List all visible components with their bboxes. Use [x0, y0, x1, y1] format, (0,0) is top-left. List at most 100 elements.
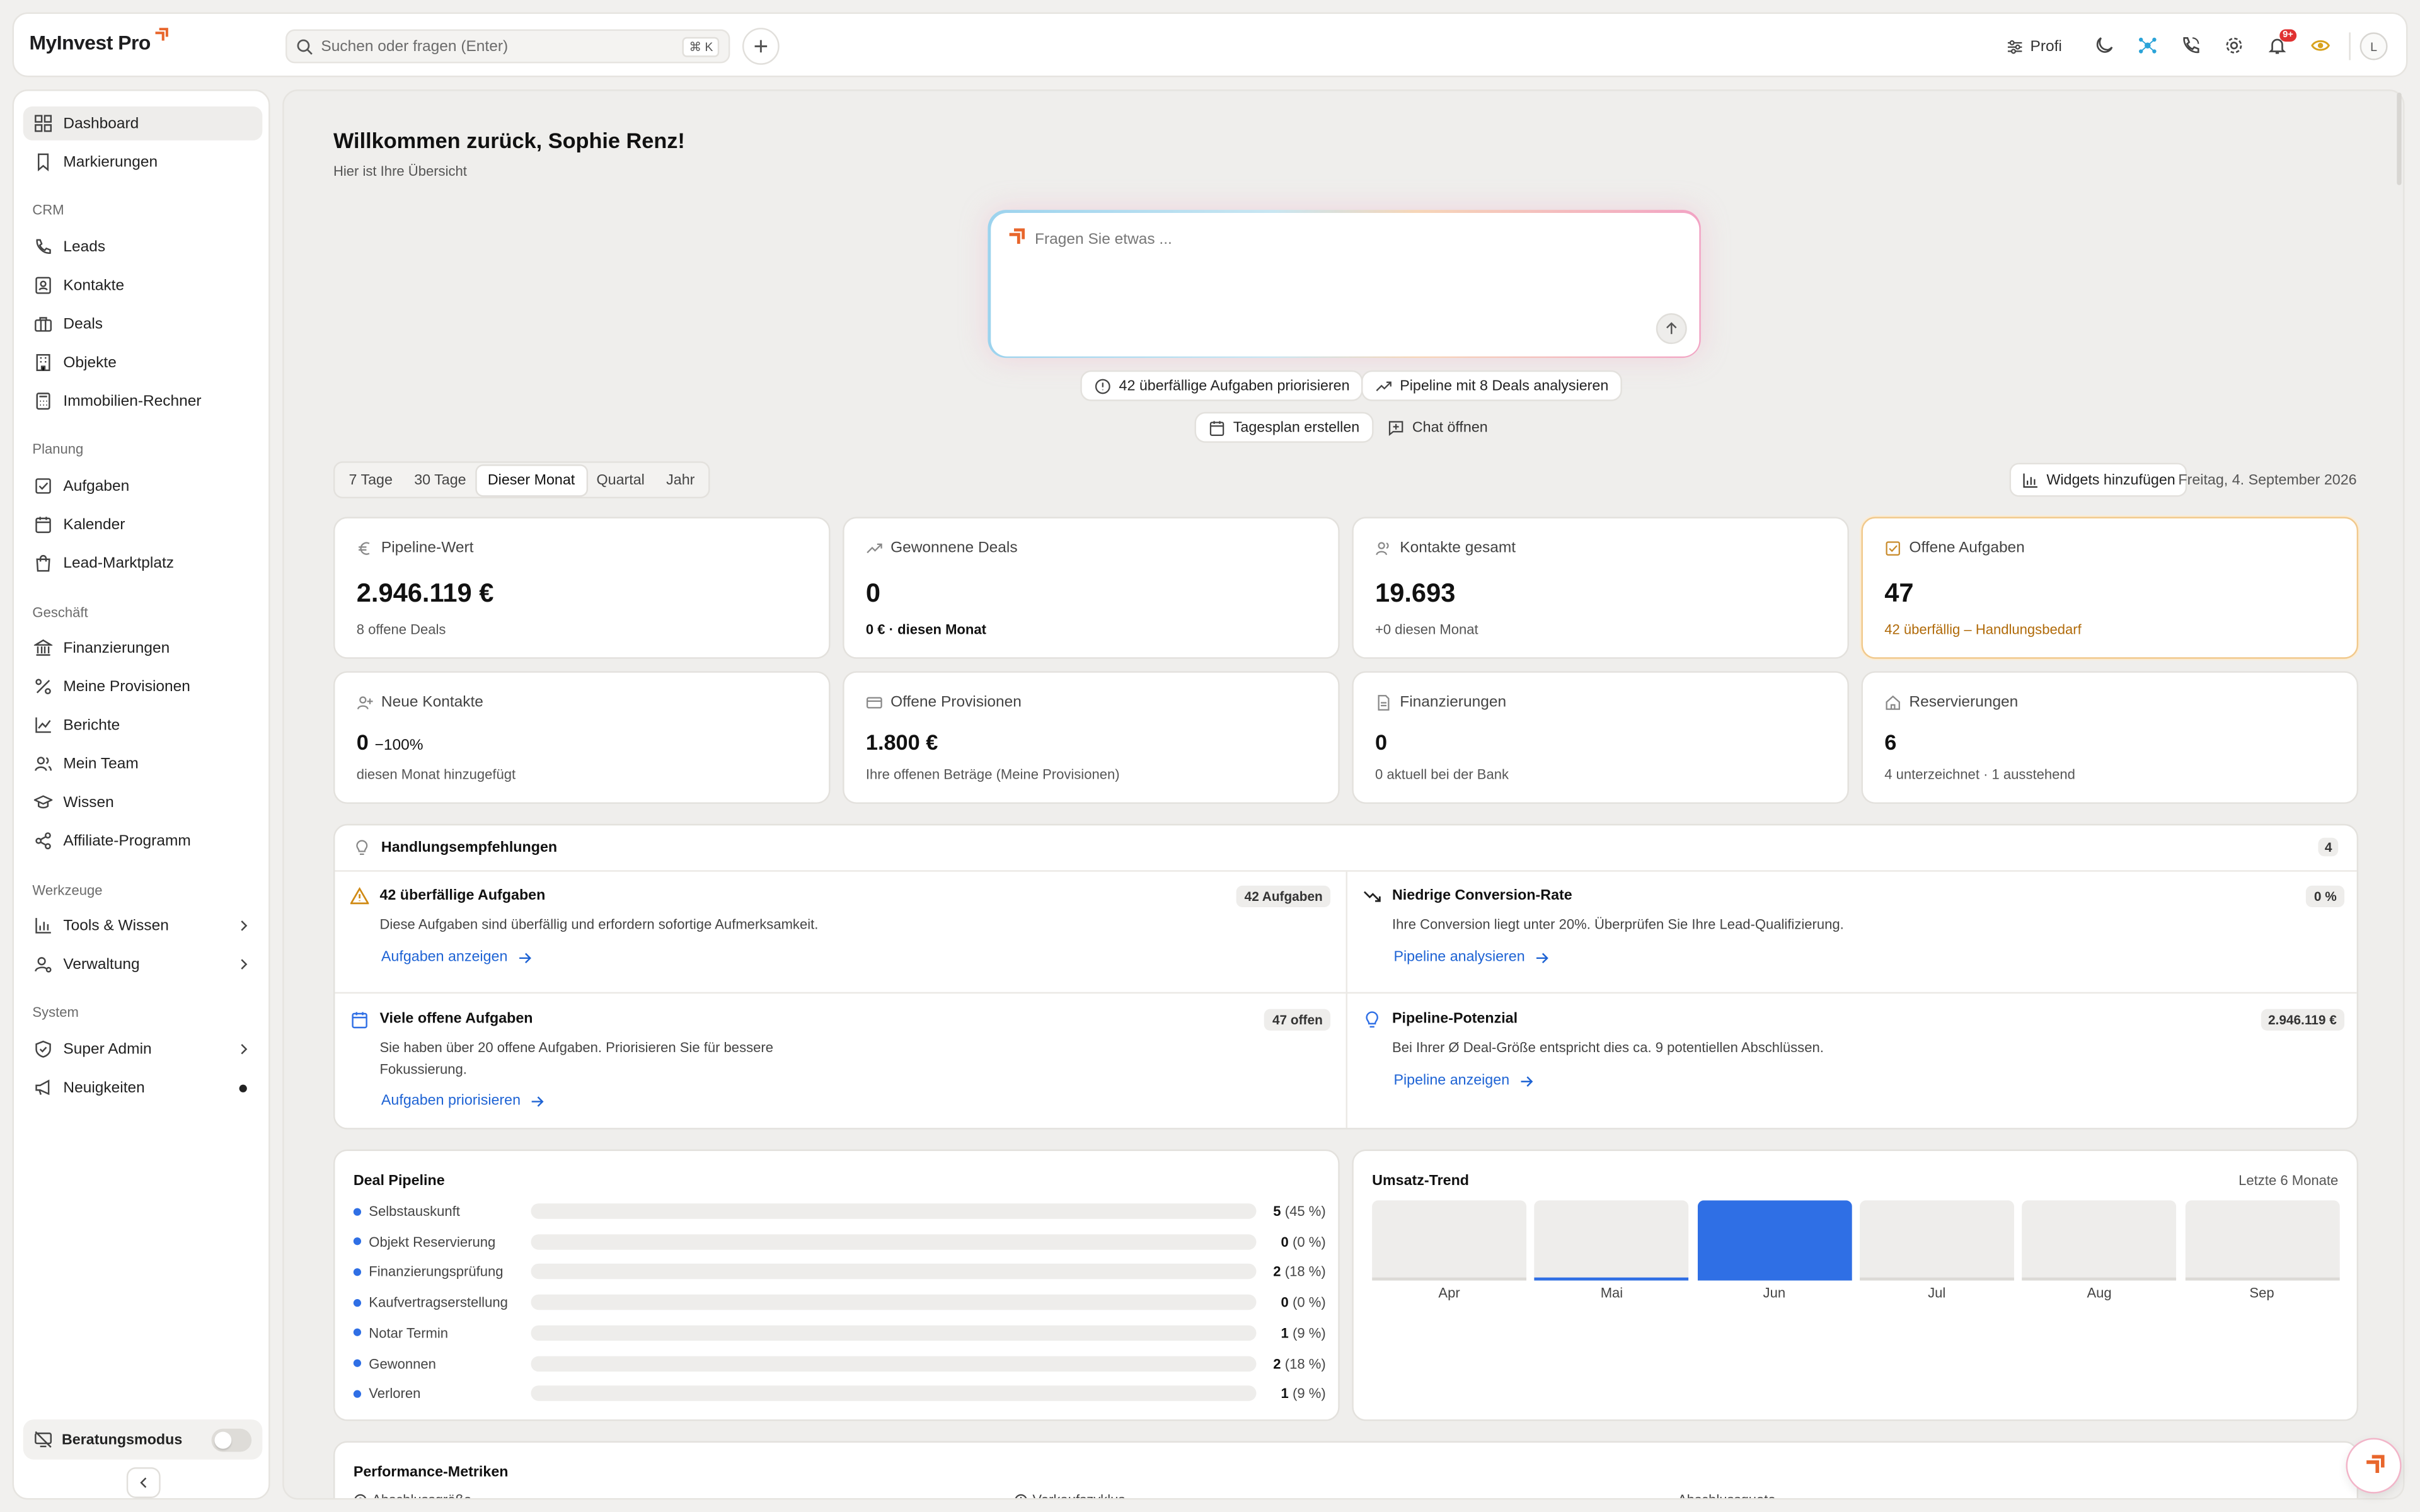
tab-quartal[interactable]: Quartal	[585, 465, 655, 495]
pipeline-stage-row[interactable]: Notar Termin 1 (9 %)	[353, 1322, 1326, 1343]
trend-bar[interactable]	[2022, 1200, 2177, 1281]
stage-bar-track	[531, 1203, 1257, 1219]
alert-circle-icon	[1094, 377, 1111, 394]
sidebar-item-wissen[interactable]: Wissen	[23, 786, 263, 820]
kpi-title: Kontakte gesamt	[1400, 540, 1516, 558]
logo-arrow-icon	[152, 28, 168, 43]
sidebar-item-super-admin[interactable]: Super Admin	[23, 1032, 263, 1066]
collapse-sidebar-button[interactable]	[126, 1467, 161, 1498]
contact-card-icon	[34, 276, 52, 294]
trend-bar[interactable]	[1859, 1200, 2014, 1281]
pipeline-stage-row[interactable]: Gewonnen 2 (18 %)	[353, 1353, 1326, 1374]
show-pipeline-link[interactable]: Pipeline anzeigen	[1393, 1072, 1534, 1089]
consulting-mode-toggle[interactable]	[211, 1428, 252, 1452]
chip-daily-plan[interactable]: Tagesplan erstellen	[1194, 411, 1374, 443]
sidebar-item-immobilien-rechner[interactable]: Immobilien-Rechner	[23, 384, 263, 418]
sidebar-item-kalender[interactable]: Kalender	[23, 508, 263, 542]
kpi-value: 0	[356, 730, 369, 755]
kpi-card-won-deals[interactable]: Gewonnene Deals 0 0 € · diesen Monat	[843, 517, 1340, 659]
dark-mode-button[interactable]	[2083, 28, 2127, 65]
visibility-button[interactable]	[2300, 28, 2343, 65]
trend-bar[interactable]	[1697, 1200, 1852, 1281]
link-label: Pipeline anzeigen	[1393, 1072, 1510, 1089]
sidebar-item-aufgaben[interactable]: Aufgaben	[23, 469, 263, 503]
settings-button[interactable]	[2213, 28, 2257, 65]
kpi-card-pipeline-value[interactable]: Pipeline-Wert 2.946.119 € 8 offene Deals	[333, 517, 831, 659]
chip-label: Chat öffnen	[1412, 418, 1488, 436]
sidebar-item-markierungen[interactable]: Markierungen	[23, 145, 263, 179]
sidebar-item-verwaltung[interactable]: Verwaltung	[23, 948, 263, 982]
sidebar-item-label: Berichte	[63, 716, 120, 734]
pipeline-stage-row[interactable]: Objekt Reservierung 0 (0 %)	[353, 1231, 1326, 1252]
recommendation-description: Sie haben über 20 offene Aufgaben. Prior…	[379, 1040, 773, 1077]
tab-7-tage[interactable]: 7 Tage	[338, 465, 403, 495]
search-input[interactable]: Suchen oder fragen (Enter) ⌘ K	[285, 29, 730, 64]
trend-month-label: Jul	[1928, 1285, 1946, 1301]
kpi-card-open-commissions[interactable]: Offene Provisionen 1.800 € Ihre offenen …	[843, 671, 1340, 804]
warning-triangle-icon	[350, 887, 369, 905]
sidebar-item-affiliate-programm[interactable]: Affiliate-Programm	[23, 824, 263, 858]
add-widgets-button[interactable]: Widgets hinzufügen	[2009, 462, 2188, 497]
kpi-card-open-tasks[interactable]: Offene Aufgaben 47 42 überfällig – Handl…	[1861, 517, 2359, 659]
kpi-card-contacts-total[interactable]: Kontakte gesamt 19.693 +0 diesen Monat	[1352, 517, 1849, 659]
pipeline-stage-row[interactable]: Kaufvertragserstellung 0 (0 %)	[353, 1292, 1326, 1313]
section-heading-planung: Planung	[32, 441, 84, 457]
trend-bar[interactable]	[1372, 1200, 1527, 1281]
recommendation-title: Pipeline-Potenzial	[1392, 1011, 1518, 1028]
chip-open-chat[interactable]: Chat öffnen	[1374, 412, 1502, 443]
sidebar-item-lead-marktplatz[interactable]: Lead-Marktplatz	[23, 546, 263, 580]
send-button[interactable]	[1655, 312, 1686, 343]
sidebar-item-label: Super Admin	[63, 1040, 152, 1058]
trend-bar[interactable]	[2184, 1200, 2339, 1281]
show-tasks-link[interactable]: Aufgaben anzeigen	[381, 949, 533, 966]
assistant-fab-button[interactable]	[2346, 1438, 2402, 1494]
stage-value: 2 (18 %)	[1273, 1264, 1325, 1280]
sidebar-item-neuigkeiten[interactable]: Neuigkeiten	[23, 1071, 263, 1105]
section-heading-werkzeuge: Werkzeuge	[32, 882, 103, 898]
sidebar-item-dashboard[interactable]: Dashboard	[23, 106, 263, 140]
kpi-card-financing[interactable]: Finanzierungen 0 0 aktuell bei der Bank	[1352, 671, 1849, 804]
analyze-pipeline-link[interactable]: Pipeline analysieren	[1393, 949, 1549, 966]
stage-percent: (9 %)	[1292, 1325, 1326, 1341]
lightbulb-icon	[1363, 1011, 1381, 1029]
revenue-trend-title: Umsatz-Trend	[1372, 1172, 1470, 1190]
scrollbar[interactable]	[2397, 92, 2402, 185]
sidebar-item-label: Leads	[63, 238, 106, 256]
chip-prioritize-tasks[interactable]: 42 überfällige Aufgaben priorisieren	[1080, 370, 1364, 401]
sidebar-item-finanzierungen[interactable]: Finanzierungen	[23, 631, 263, 665]
tab-dieser-monat[interactable]: Dieser Monat	[476, 465, 586, 495]
chip-analyze-pipeline[interactable]: Pipeline mit 8 Deals analysieren	[1361, 370, 1623, 401]
app-logo[interactable]: MyInvest Pro	[30, 28, 168, 54]
avatar[interactable]: L	[2360, 32, 2388, 60]
sidebar-item-berichte[interactable]: Berichte	[23, 708, 263, 742]
sidebar-item-kontakte[interactable]: Kontakte	[23, 268, 263, 302]
link-label: Aufgaben priorisieren	[381, 1092, 521, 1109]
sidebar-item-objekte[interactable]: Objekte	[23, 346, 263, 380]
pipeline-stage-row[interactable]: Selbstauskunft 5 (45 %)	[353, 1200, 1326, 1222]
plus-icon	[752, 37, 770, 55]
sidebar-item-deals[interactable]: Deals	[23, 307, 263, 341]
ask-input[interactable]: Fragen Sie etwas ...	[990, 212, 1699, 356]
phone-button[interactable]	[2170, 28, 2213, 65]
tab-30-tage[interactable]: 30 Tage	[403, 465, 477, 495]
sidebar-item-meine-provisionen[interactable]: Meine Provisionen	[23, 670, 263, 704]
profi-mode-button[interactable]: Profi	[2007, 38, 2062, 55]
logo-arrow-icon	[1006, 227, 1024, 246]
current-date: Freitag, 4. September 2026	[2178, 472, 2357, 490]
kpi-title: Pipeline-Wert	[381, 540, 474, 558]
notifications-button[interactable]: 9+	[2256, 28, 2300, 65]
ai-network-button[interactable]	[2127, 28, 2170, 65]
sidebar-item-mein-team[interactable]: Mein Team	[23, 747, 263, 781]
kpi-card-new-contacts[interactable]: Neue Kontakte 0 −100% diesen Monat hinzug…	[333, 671, 831, 804]
pipeline-stage-row[interactable]: Verloren 1 (9 %)	[353, 1383, 1326, 1404]
sidebar-item-tools-wissen[interactable]: Tools & Wissen	[23, 908, 263, 942]
prioritize-tasks-link[interactable]: Aufgaben priorisieren	[381, 1092, 545, 1109]
tab-jahr[interactable]: Jahr	[655, 465, 706, 495]
kpi-title: Finanzierungen	[1400, 694, 1507, 711]
kpi-card-reservations[interactable]: Reservierungen 6 4 unterzeichnet · 1 aus…	[1861, 671, 2359, 804]
add-button[interactable]	[742, 28, 780, 65]
sidebar-item-leads[interactable]: Leads	[23, 230, 263, 264]
pipeline-stage-row[interactable]: Finanzierungsprüfung 2 (18 %)	[353, 1261, 1326, 1283]
kpi-subtext: 8 offene Deals	[356, 621, 446, 638]
trend-bar[interactable]	[1535, 1200, 1689, 1281]
